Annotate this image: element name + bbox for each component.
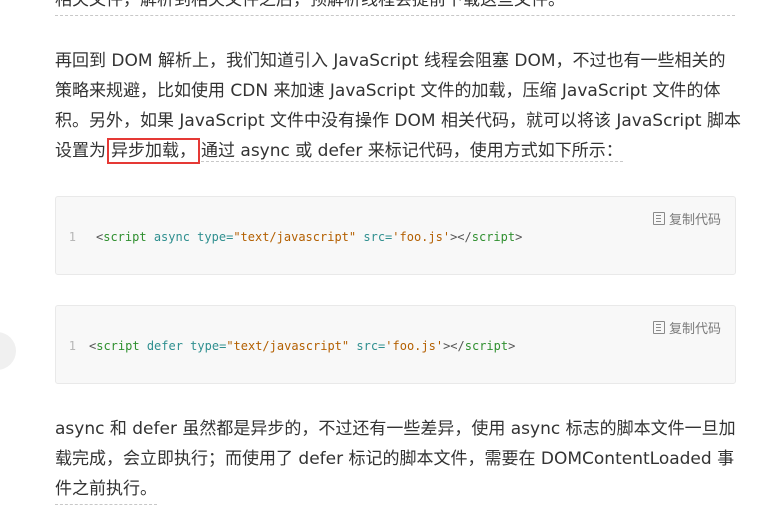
article-page: 相关文件，解析到相关文件之后，预解析线程会提前下载这些文件。 再回到 DOM 解… [0, 0, 769, 513]
code-token: script [464, 339, 509, 353]
code-line: 1 <script async type="text/javascript" sr… [56, 230, 523, 244]
code-token: type= [182, 339, 227, 353]
copy-icon [652, 212, 665, 225]
copy-code-button[interactable]: 复制代码 [652, 318, 721, 337]
copy-code-button[interactable]: 复制代码 [652, 209, 721, 228]
code-token: type= [189, 230, 234, 244]
code-token: src= [349, 339, 386, 353]
code-token: "text/javascript" [233, 230, 357, 244]
paragraph-dom-parsing: 再回到 DOM 解析上，我们知道引入 JavaScript 线程会阻塞 DOM，… [55, 46, 741, 166]
paragraph-line: 再回到 DOM 解析上，我们知道引入 JavaScript 线程会阻塞 DOM，… [55, 51, 726, 71]
code-block-defer: 复制代码 1 <script defer type="text/javascrip… [55, 305, 736, 384]
code-token: "text/javascript" [226, 339, 350, 353]
paragraph-preload: 相关文件，解析到相关文件之后，预解析线程会提前下载这些文件。 [55, 0, 735, 16]
code-token: ></ [450, 230, 472, 244]
code-block-async: 复制代码 1 <script async type="text/javascrip… [55, 196, 736, 275]
copy-icon [652, 321, 665, 334]
text-fragment: 通过 async 或 defer 来标记代码，使用方式如下所示： [201, 141, 623, 162]
line-number: 1 [68, 339, 76, 353]
code-token: 'foo.js' [392, 230, 451, 244]
line-number: 1 [68, 230, 76, 244]
code-token: > [508, 339, 516, 353]
highlighted-text: 异步加载， [107, 138, 200, 164]
code-token: script [471, 230, 516, 244]
code-token: src= [356, 230, 393, 244]
code-token: async [146, 230, 190, 244]
code-token: > [515, 230, 523, 244]
code-token: ></ [443, 339, 465, 353]
paragraph-line: 载完成，会立即执行；而使用了 defer 标记的脚本文件，需要在 DOMCont… [55, 449, 735, 469]
code-token: script [96, 339, 140, 353]
side-float-tab[interactable] [0, 332, 16, 370]
paragraph-async-defer: async 和 defer 虽然都是异步的，不过还有一些差异，使用 async … [55, 414, 736, 505]
paragraph-line: 积。另外，如果 JavaScript 文件中没有操作 DOM 相关代码，就可以将… [55, 111, 741, 131]
code-line: 1 <script defer type="text/javascript" sr… [56, 339, 516, 353]
code-token: script [103, 230, 147, 244]
paragraph-line: 策略来规避，比如使用 CDN 来加速 JavaScript 文件的加载，压缩 J… [55, 81, 721, 101]
paragraph-line: async 和 defer 虽然都是异步的，不过还有一些差异，使用 async … [55, 419, 736, 439]
paragraph-line: 相关文件，解析到相关文件之后，预解析线程会提前下载这些文件。 [55, 0, 735, 16]
copy-code-label: 复制代码 [668, 213, 721, 228]
copy-code-label: 复制代码 [668, 322, 721, 337]
code-token: defer [139, 339, 183, 353]
text-fragment: 设置为 [55, 141, 106, 161]
paragraph-line-4: 设置为 异步加载， 通过 async 或 defer 来标记代码，使用方式如下所示： [55, 136, 735, 166]
paragraph-line: 件之前执行。 [55, 474, 157, 505]
code-token: 'foo.js' [385, 339, 444, 353]
